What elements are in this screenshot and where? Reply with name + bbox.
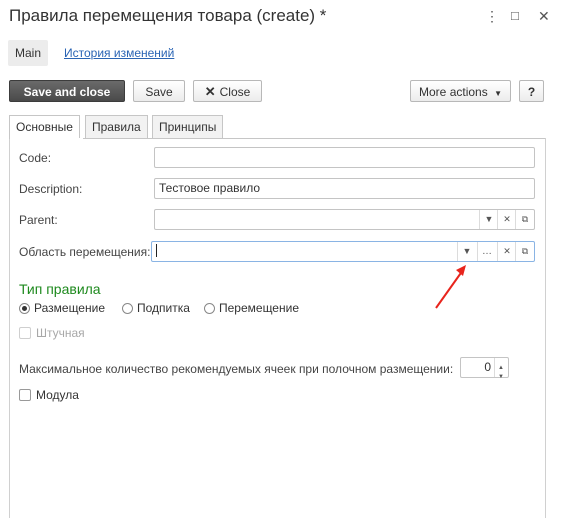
- parent-label: Parent:: [19, 213, 58, 227]
- stepper-down-icon[interactable]: ▼: [498, 368, 504, 387]
- radio-placement[interactable]: Размещение: [19, 301, 105, 315]
- nav-history-link[interactable]: История изменений: [57, 40, 181, 66]
- tab-main[interactable]: Основные: [9, 115, 80, 139]
- clear-icon[interactable]: ✕: [497, 210, 516, 229]
- help-button[interactable]: ?: [519, 80, 544, 102]
- chevron-down-icon[interactable]: ▼: [457, 242, 476, 261]
- modula-checkbox-label: Модула: [36, 388, 79, 402]
- more-actions-button[interactable]: More actions ▼: [410, 80, 511, 102]
- checkbox-icon: [19, 389, 31, 401]
- tab-rules[interactable]: Правила: [85, 115, 148, 138]
- description-input[interactable]: Тестовое правило: [154, 178, 535, 199]
- open-icon[interactable]: ⧉: [515, 242, 534, 261]
- text-cursor: [156, 244, 157, 257]
- radio-selected-icon: [19, 303, 30, 314]
- code-label: Code:: [19, 151, 52, 165]
- close-x-icon: ✕: [204, 84, 216, 99]
- radio-movement-label: Перемещение: [219, 301, 299, 315]
- close-button[interactable]: ✕ Close: [193, 80, 262, 102]
- radio-empty-icon: [122, 303, 133, 314]
- active-tab-gap: [10, 138, 83, 139]
- piece-checkbox[interactable]: Штучная: [19, 326, 85, 340]
- max-cells-stepper[interactable]: 0 ▲ ▼: [460, 357, 509, 380]
- save-and-close-button[interactable]: Save and close: [9, 80, 125, 102]
- radio-replenishment-label: Подпитка: [137, 301, 190, 315]
- nav-main[interactable]: Main: [8, 40, 49, 66]
- maximize-icon[interactable]: □: [511, 8, 519, 23]
- tab-principles[interactable]: Принципы: [152, 115, 224, 138]
- piece-checkbox-label: Штучная: [36, 326, 85, 340]
- open-icon[interactable]: ⧉: [515, 210, 534, 229]
- parent-input[interactable]: ▼ ✕ ⧉: [154, 209, 535, 230]
- window-title: Правила перемещения товара (create) *: [9, 6, 327, 25]
- select-more-icon[interactable]: …: [477, 242, 496, 261]
- code-input[interactable]: [154, 147, 535, 168]
- checkbox-icon: [19, 327, 31, 339]
- chevron-down-icon[interactable]: ▼: [479, 210, 498, 229]
- max-cells-value: 0: [484, 360, 491, 374]
- annotation-arrow: [435, 265, 466, 309]
- radio-placement-label: Размещение: [34, 301, 105, 315]
- close-window-icon[interactable]: ✕: [538, 8, 550, 25]
- max-cells-label: Максимальное количество рекомендуемых яч…: [19, 362, 454, 376]
- save-button[interactable]: Save: [133, 80, 185, 102]
- area-label: Область перемещения:: [19, 245, 151, 259]
- tabs-divider: [9, 138, 545, 139]
- more-actions-label: More actions: [419, 85, 488, 99]
- radio-empty-icon: [204, 303, 215, 314]
- stepper-arrows[interactable]: ▲ ▼: [494, 358, 509, 380]
- chevron-down-icon: ▼: [494, 89, 502, 98]
- radio-replenishment[interactable]: Подпитка: [122, 301, 190, 315]
- radio-movement[interactable]: Перемещение: [204, 301, 299, 315]
- area-input[interactable]: ▼ … ✕ ⧉: [151, 241, 535, 262]
- description-label: Description:: [19, 182, 83, 196]
- close-button-label: Close: [219, 85, 251, 99]
- modula-checkbox[interactable]: Модула: [19, 388, 79, 402]
- more-menu-icon[interactable]: ⋮: [485, 8, 499, 25]
- rule-type-heading: Тип правила: [19, 281, 101, 297]
- clear-icon[interactable]: ✕: [497, 242, 516, 261]
